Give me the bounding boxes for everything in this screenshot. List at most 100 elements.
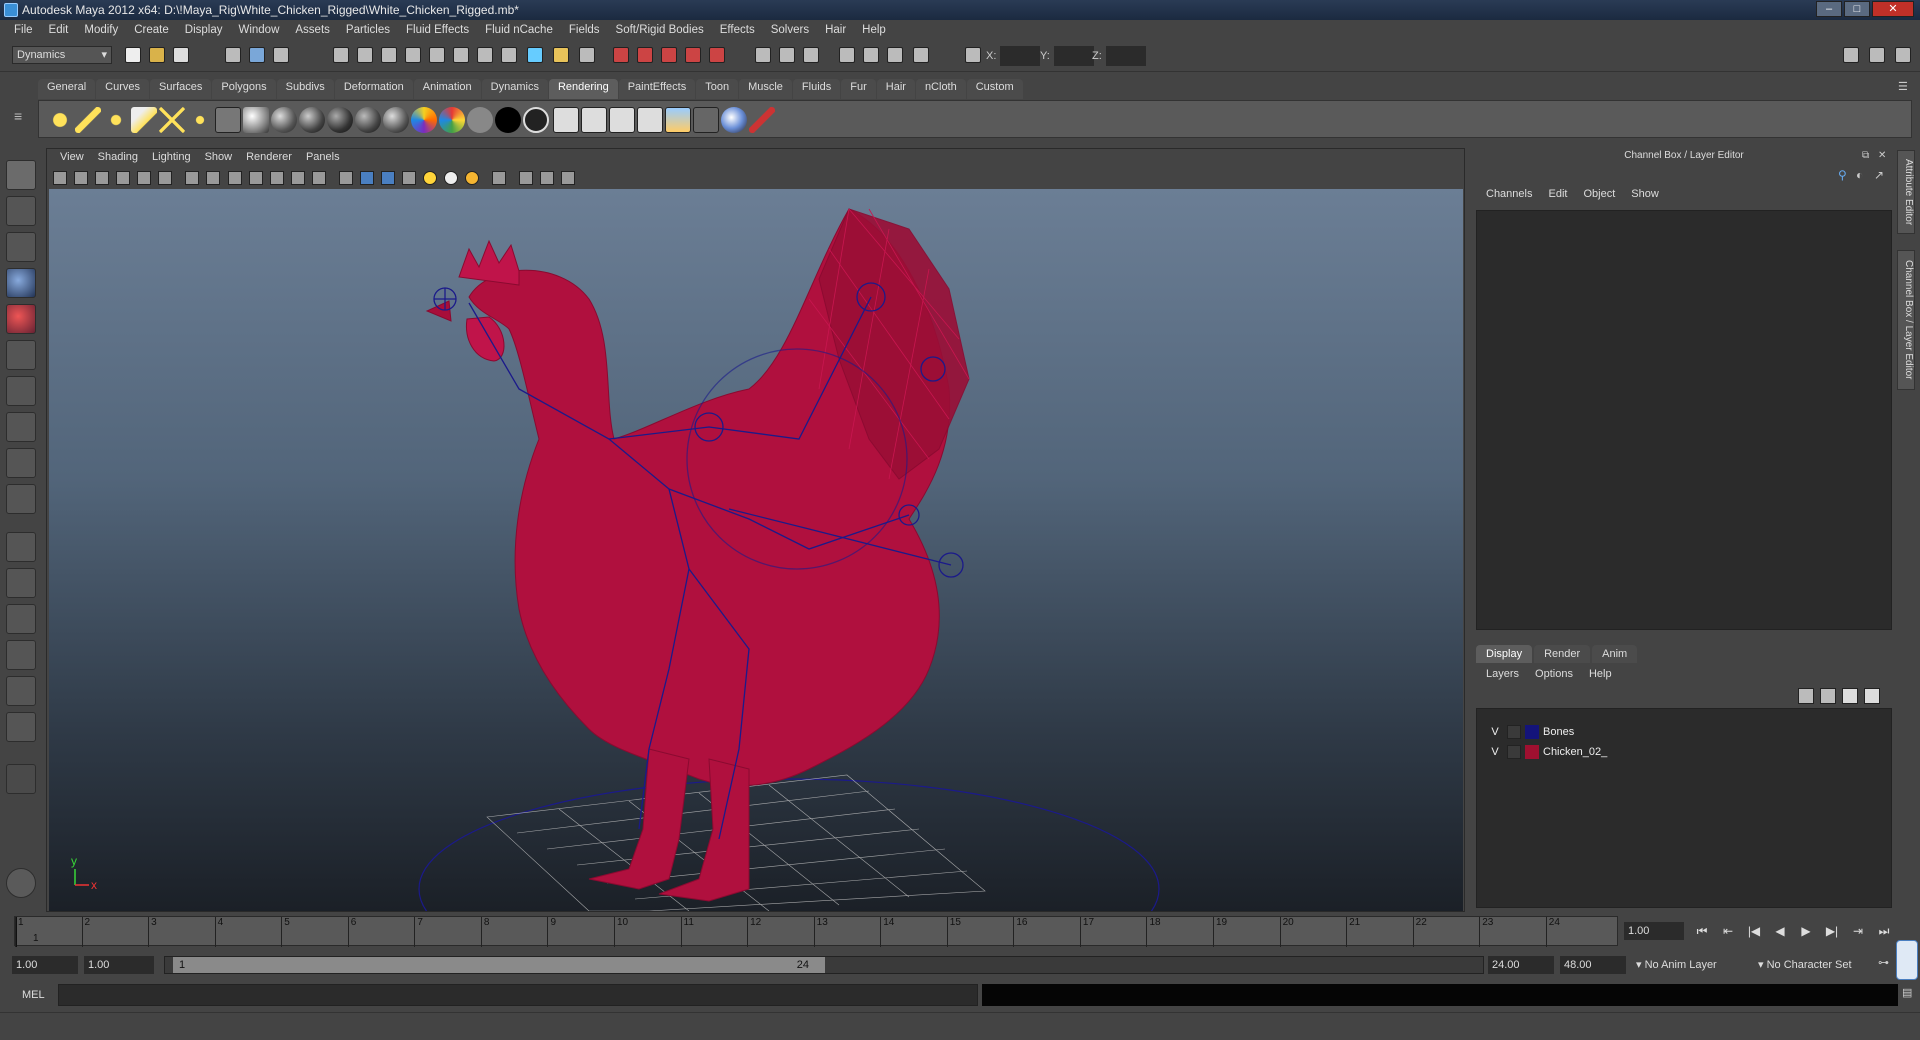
step-back-key-button[interactable]: ⇤: [1718, 922, 1738, 940]
character-set-dropdown[interactable]: ▾ No Character Set: [1758, 956, 1852, 974]
script-editor-button-icon[interactable]: ▤: [1902, 986, 1916, 1004]
channel-box-toggle-icon[interactable]: [1892, 44, 1914, 66]
resolution-gate-icon[interactable]: [227, 171, 242, 185]
shelf-tab-subdivs[interactable]: Subdivs: [276, 79, 334, 99]
safe-title-icon[interactable]: [311, 171, 326, 185]
panel-menu-panels[interactable]: Panels: [299, 149, 347, 167]
anim-layer-dropdown[interactable]: ▾ No Anim Layer: [1636, 956, 1717, 974]
scale-tool-icon[interactable]: [6, 340, 36, 370]
menu-display[interactable]: Display: [177, 24, 231, 36]
range-slider[interactable]: 1 24: [164, 956, 1484, 974]
play-backwards-button[interactable]: ◀: [1770, 922, 1790, 940]
render-current-icon[interactable]: [581, 107, 607, 133]
shelf-tab-general[interactable]: General: [38, 79, 96, 99]
make-live-icon[interactable]: [706, 44, 728, 66]
layer-color-swatch[interactable]: [1525, 725, 1539, 739]
shelf-tab-dynamics[interactable]: Dynamics: [481, 79, 548, 99]
panel-menu-view[interactable]: View: [53, 149, 91, 167]
shelf-tab-hair[interactable]: Hair: [876, 79, 915, 99]
layer-visibility-toggle[interactable]: V: [1487, 723, 1503, 741]
layer-visibility-toggle[interactable]: V: [1487, 743, 1503, 761]
black-sphere-icon[interactable]: [495, 107, 521, 133]
layer-row[interactable]: V Chicken_02_: [1483, 743, 1883, 761]
select-joints-icon[interactable]: [354, 44, 376, 66]
ambient-light-icon[interactable]: [47, 107, 73, 133]
playback-start-field[interactable]: 1.00: [84, 956, 154, 974]
camera-attributes-icon[interactable]: [74, 171, 89, 185]
menu-fields[interactable]: Fields: [561, 24, 608, 36]
batch-render-icon[interactable]: [637, 107, 663, 133]
xray-joints-icon[interactable]: [540, 171, 555, 185]
show-manipulator-icon[interactable]: [6, 448, 36, 478]
z-field[interactable]: [1105, 46, 1146, 66]
tool-settings-toggle-icon[interactable]: [1866, 44, 1888, 66]
menu-effects[interactable]: Effects: [712, 24, 763, 36]
step-forward-frame-button[interactable]: ▶|: [1822, 922, 1842, 940]
spot-light-icon[interactable]: [131, 107, 157, 133]
x-field[interactable]: [1000, 46, 1041, 66]
outlined-sphere-icon[interactable]: [523, 107, 549, 133]
le-menu-options[interactable]: Options: [1527, 668, 1581, 680]
snap-view-plane-icon[interactable]: [682, 44, 704, 66]
single-perspective-layout-icon[interactable]: [6, 532, 36, 562]
persp-outliner-layout-icon[interactable]: [6, 604, 36, 634]
menu-help[interactable]: Help: [854, 24, 894, 36]
float-panel-icon[interactable]: ⧉: [1862, 150, 1874, 162]
menu-assets[interactable]: Assets: [287, 24, 338, 36]
menu-modify[interactable]: Modify: [76, 24, 126, 36]
shelf-tab-animation[interactable]: Animation: [413, 79, 481, 99]
y-field[interactable]: [1053, 46, 1094, 66]
auto-key-icon[interactable]: ⊶: [1878, 956, 1892, 974]
directional-light-icon[interactable]: [75, 107, 101, 133]
move-layer-up-icon[interactable]: [1798, 688, 1814, 704]
shelf-tab-toon[interactable]: Toon: [696, 79, 739, 99]
menu-edit[interactable]: Edit: [41, 24, 77, 36]
new-layer-selected-icon[interactable]: [1864, 688, 1880, 704]
safe-action-icon[interactable]: [290, 171, 305, 185]
two-d-pan-icon[interactable]: [137, 171, 152, 185]
construction-history-icon[interactable]: [776, 44, 798, 66]
open-scene-icon[interactable]: [146, 44, 168, 66]
default-lighting-icon[interactable]: [423, 171, 438, 185]
ipr-render-icon[interactable]: [609, 107, 635, 133]
layer-type-toggle[interactable]: [1507, 745, 1521, 759]
le-menu-help[interactable]: Help: [1581, 668, 1620, 680]
range-slider-handle[interactable]: 1 24: [173, 957, 825, 973]
layer-color-swatch[interactable]: [1525, 745, 1539, 759]
side-tab-attribute-editor[interactable]: Attribute Editor: [1897, 150, 1915, 234]
bookmarks-icon[interactable]: [95, 171, 110, 185]
select-camera-icon[interactable]: [53, 171, 67, 185]
field-chart-icon[interactable]: [269, 171, 284, 185]
go-to-start-button[interactable]: ⏮: [1692, 922, 1712, 940]
panel-menu-renderer[interactable]: Renderer: [239, 149, 299, 167]
menu-hair[interactable]: Hair: [817, 24, 854, 36]
minimize-button[interactable]: –: [1816, 1, 1842, 17]
render-view-icon[interactable]: [553, 107, 579, 133]
menu-particles[interactable]: Particles: [338, 24, 398, 36]
select-component-icon[interactable]: [270, 44, 292, 66]
shelf-tab-fur[interactable]: Fur: [841, 79, 876, 99]
move-layer-down-icon[interactable]: [1820, 688, 1836, 704]
snap-grid-icon[interactable]: [610, 44, 632, 66]
le-menu-layers[interactable]: Layers: [1478, 668, 1527, 680]
render-settings-icon[interactable]: [215, 107, 241, 133]
script-editor-icon[interactable]: [6, 868, 36, 898]
save-scene-icon[interactable]: [170, 44, 192, 66]
shelf-options-icon[interactable]: ≡: [14, 108, 32, 136]
side-tab-channel-box[interactable]: Channel Box / Layer Editor: [1897, 250, 1915, 390]
menu-window[interactable]: Window: [230, 24, 287, 36]
render-frame-icon[interactable]: [800, 44, 822, 66]
menu-fluid-ncache[interactable]: Fluid nCache: [477, 24, 561, 36]
persp-graph-hypershade-layout-icon[interactable]: [6, 712, 36, 742]
shelf-tab-deformation[interactable]: Deformation: [334, 79, 413, 99]
attribute-editor-toggle-icon[interactable]: [1840, 44, 1862, 66]
textured-icon[interactable]: [402, 171, 416, 185]
select-handles-icon[interactable]: [330, 44, 352, 66]
playback-end-field[interactable]: 24.00: [1488, 956, 1554, 974]
wireframe-on-shaded-icon[interactable]: [380, 171, 395, 185]
select-object-icon[interactable]: [246, 44, 268, 66]
sphere-material-icon[interactable]: [721, 107, 747, 133]
channel-box-key-icon[interactable]: ⚲: [1838, 168, 1852, 182]
layer-type-toggle[interactable]: [1507, 725, 1521, 739]
help-question-icon[interactable]: [524, 44, 546, 66]
